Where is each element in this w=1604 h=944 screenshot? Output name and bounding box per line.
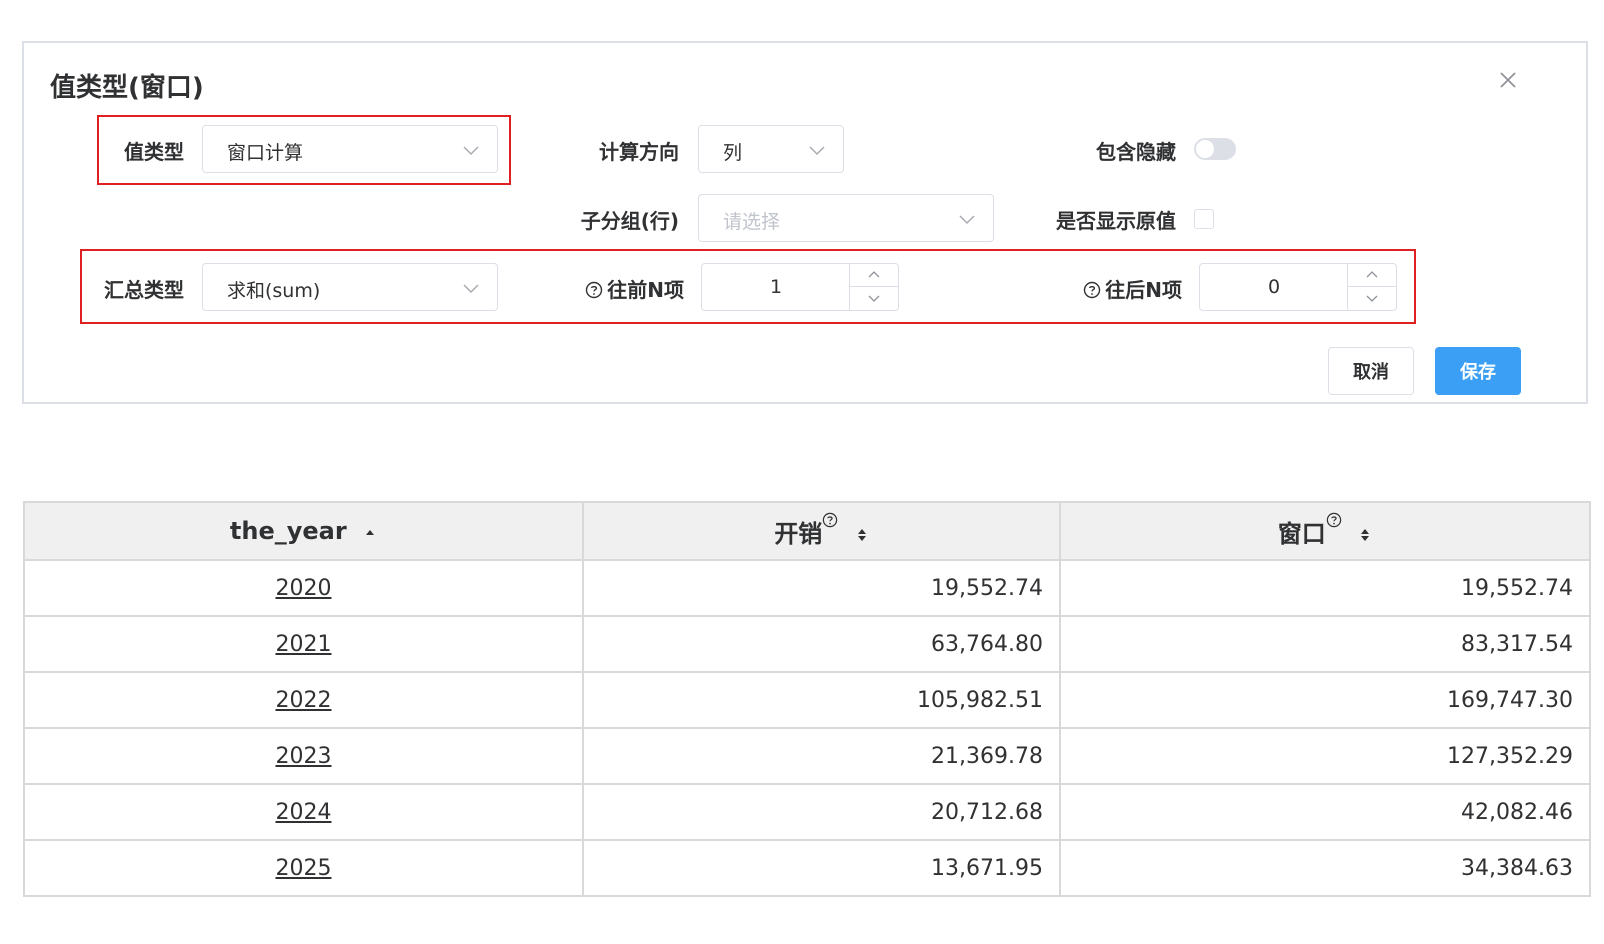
window-cell: 169,747.30 [1059, 671, 1591, 729]
subgroup-placeholder: 请选择 [723, 211, 781, 233]
table-row: 2020 19,552.74 19,552.74 [23, 559, 1591, 617]
next-n-value: 0 [1267, 276, 1281, 298]
calc-direction-select[interactable]: 列 [698, 125, 844, 173]
window-cell: 42,082.46 [1059, 783, 1591, 841]
year-link[interactable]: 2020 [276, 576, 332, 601]
question-circle-icon[interactable] [822, 512, 838, 528]
chevron-down-icon [463, 284, 479, 294]
cost-cell: 21,369.78 [582, 727, 1061, 785]
chevron-down-icon [959, 215, 975, 225]
sort-asc-icon[interactable] [363, 523, 377, 541]
year-cell: 2021 [23, 615, 584, 673]
sort-icon[interactable] [1358, 526, 1372, 544]
aggregation-type-label: 汇总类型 [104, 278, 184, 302]
decrement-button[interactable] [1348, 287, 1396, 310]
column-header-the-year[interactable]: the_year [23, 501, 584, 561]
sort-icon[interactable] [855, 526, 869, 544]
aggregation-type-select[interactable]: 求和(sum) [202, 263, 498, 311]
header-label: 窗口 [1277, 519, 1326, 548]
window-cell: 83,317.54 [1059, 615, 1591, 673]
aggregation-type-value: 求和(sum) [227, 280, 321, 302]
next-n-input[interactable]: 0 [1199, 263, 1397, 311]
result-table: the_year 开销 窗口 2020 19,552.74 19,552.74 … [23, 501, 1591, 897]
stepper [849, 264, 898, 310]
subgroup-label: 子分组(行) [580, 209, 679, 233]
year-cell: 2023 [23, 727, 584, 785]
prev-n-label: 往前N项 [564, 274, 684, 303]
chevron-down-icon [463, 146, 479, 156]
dialog-title: 值类型(窗口) [50, 73, 204, 103]
cost-cell: 13,671.95 [582, 839, 1061, 897]
next-n-text: 往后N项 [1105, 278, 1182, 302]
window-value-type-dialog: 值类型(窗口) 值类型 窗口计算 计算方向 列 包含隐藏 子分组(行) 请选择 … [22, 41, 1588, 404]
close-icon[interactable] [1496, 68, 1520, 92]
year-cell: 2025 [23, 839, 584, 897]
calc-direction-label: 计算方向 [599, 140, 679, 164]
window-cell: 127,352.29 [1059, 727, 1591, 785]
include-hidden-toggle[interactable] [1194, 138, 1236, 160]
calc-direction-value: 列 [723, 142, 743, 164]
year-cell: 2022 [23, 671, 584, 729]
question-circle-icon[interactable] [1083, 281, 1101, 299]
next-n-label: 往后N项 [1064, 274, 1182, 303]
subgroup-select[interactable]: 请选择 [698, 194, 994, 242]
year-cell: 2024 [23, 783, 584, 841]
chevron-up-icon [1366, 271, 1378, 278]
header-label: 开销 [774, 519, 823, 548]
chevron-down-icon [868, 295, 880, 302]
year-cell: 2020 [23, 559, 584, 617]
column-header-cost[interactable]: 开销 [582, 501, 1061, 561]
increment-button[interactable] [850, 264, 898, 287]
cost-cell: 20,712.68 [582, 783, 1061, 841]
table-row: 2022 105,982.51 169,747.30 [23, 671, 1591, 729]
question-circle-icon[interactable] [585, 281, 603, 299]
chevron-down-icon [1366, 295, 1378, 302]
table-row: 2021 63,764.80 83,317.54 [23, 615, 1591, 673]
table-header-row: the_year 开销 窗口 [23, 501, 1591, 561]
year-link[interactable]: 2021 [276, 632, 332, 657]
value-type-label: 值类型 [124, 140, 184, 164]
prev-n-value: 1 [769, 276, 783, 298]
prev-n-text: 往前N项 [607, 278, 684, 302]
year-link[interactable]: 2025 [276, 856, 332, 881]
prev-n-input[interactable]: 1 [701, 263, 899, 311]
question-circle-icon[interactable] [1326, 512, 1342, 528]
chevron-up-icon [868, 271, 880, 278]
cost-cell: 19,552.74 [582, 559, 1061, 617]
header-label: the_year [229, 517, 347, 545]
window-cell: 34,384.63 [1059, 839, 1591, 897]
cancel-button[interactable]: 取消 [1328, 347, 1414, 395]
year-link[interactable]: 2022 [276, 688, 332, 713]
toggle-knob [1196, 140, 1214, 158]
cost-cell: 105,982.51 [582, 671, 1061, 729]
value-type-select[interactable]: 窗口计算 [202, 125, 498, 173]
value-type-value: 窗口计算 [227, 142, 304, 164]
chevron-down-icon [809, 146, 825, 156]
window-cell: 19,552.74 [1059, 559, 1591, 617]
decrement-button[interactable] [850, 287, 898, 310]
increment-button[interactable] [1348, 264, 1396, 287]
show-original-checkbox[interactable] [1194, 209, 1214, 229]
include-hidden-label: 包含隐藏 [1096, 140, 1176, 164]
table-row: 2023 21,369.78 127,352.29 [23, 727, 1591, 785]
year-link[interactable]: 2024 [276, 800, 332, 825]
table-row: 2024 20,712.68 42,082.46 [23, 783, 1591, 841]
column-header-window[interactable]: 窗口 [1059, 501, 1591, 561]
stepper [1347, 264, 1396, 310]
cost-cell: 63,764.80 [582, 615, 1061, 673]
year-link[interactable]: 2023 [276, 744, 332, 769]
show-original-label: 是否显示原值 [1056, 209, 1176, 233]
save-button[interactable]: 保存 [1435, 347, 1521, 395]
table-row: 2025 13,671.95 34,384.63 [23, 839, 1591, 897]
